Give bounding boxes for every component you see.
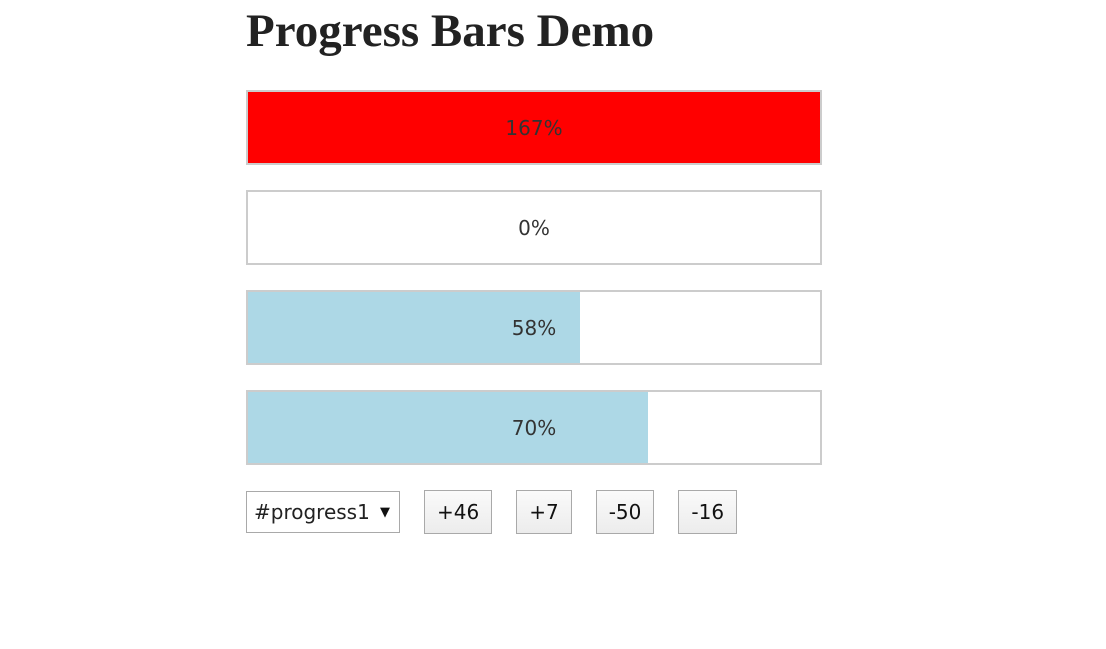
progress-bar-label: 70% (511, 415, 557, 440)
progress-bar-3: 58% (246, 290, 822, 365)
increment-7-button[interactable]: +7 (516, 490, 572, 534)
progress-bar-label: 58% (511, 315, 557, 340)
progress-bar-list: 167% 0% 58% 70% (246, 90, 822, 465)
caret-down-icon: ▼ (380, 505, 390, 520)
progress-bar-label: 0% (518, 215, 550, 240)
decrement-16-button[interactable]: -16 (678, 490, 738, 534)
progress-bar-select[interactable]: #progress1 ▼ (246, 491, 400, 533)
progress-bar-1: 167% (246, 90, 822, 165)
progress-bar-2: 0% (246, 190, 822, 265)
app-container: Progress Bars Demo 167% 0% 58% 70% #prog… (246, 0, 822, 534)
controls-bar: #progress1 ▼ +46 +7 -50 -16 (246, 490, 822, 534)
increment-46-button[interactable]: +46 (424, 490, 493, 534)
page-title: Progress Bars Demo (246, 5, 655, 57)
select-value: #progress1 (254, 500, 370, 524)
progress-bar-4: 70% (246, 390, 822, 465)
decrement-50-button[interactable]: -50 (595, 490, 655, 534)
progress-bar-label: 167% (505, 115, 563, 140)
